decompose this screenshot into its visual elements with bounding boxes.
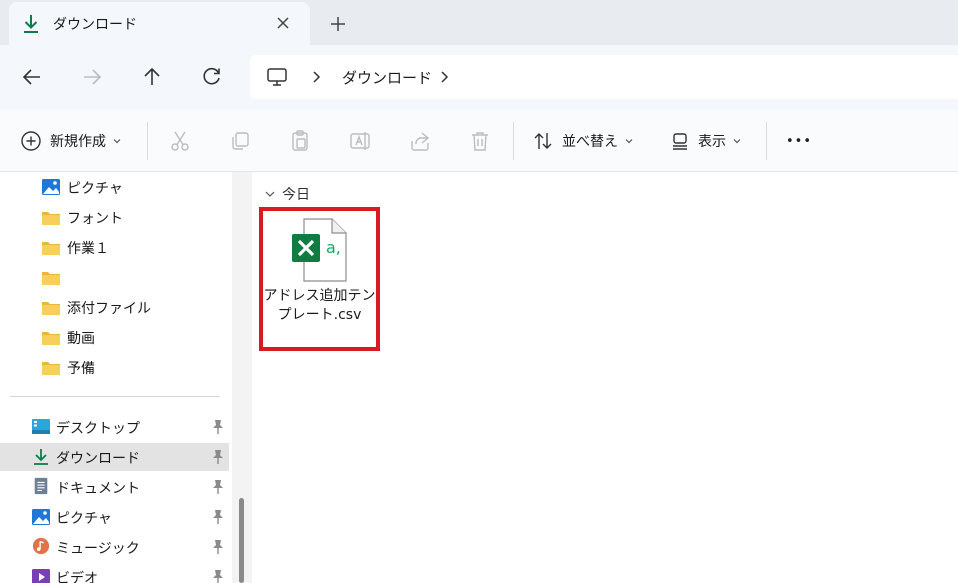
chevron-down-icon — [733, 139, 741, 144]
toolbar-divider — [766, 122, 767, 160]
documents-icon — [34, 477, 48, 495]
group-header-today[interactable]: 今日 — [264, 184, 310, 204]
tab-title: ダウンロード — [53, 17, 137, 33]
paste-icon[interactable] — [288, 129, 312, 153]
pin-icon[interactable] — [211, 419, 225, 435]
videos-icon — [32, 569, 50, 583]
folder-icon — [42, 242, 60, 255]
sidebar-item-label: ドキュメント — [56, 481, 140, 497]
excel-csv-icon: a, — [292, 218, 347, 282]
sidebar-item-downloads[interactable]: ダウンロード — [0, 443, 229, 471]
cut-icon[interactable] — [168, 129, 192, 153]
this-pc-icon[interactable] — [266, 67, 288, 87]
pin-icon[interactable] — [211, 509, 225, 525]
pin-icon[interactable] — [211, 569, 225, 583]
back-arrow-icon[interactable] — [20, 65, 44, 89]
sidebar-item-documents[interactable]: ドキュメント — [0, 473, 229, 501]
sidebar-item-label: ミュージック — [56, 541, 140, 557]
download-icon — [34, 449, 48, 465]
share-icon[interactable] — [408, 129, 432, 153]
new-button[interactable]: 新規作成 — [20, 110, 122, 172]
sidebar-item-movies[interactable]: 動画 — [0, 323, 229, 351]
tab-strip: ダウンロード — [0, 0, 958, 45]
folder-icon — [42, 272, 60, 285]
group-label: 今日 — [282, 187, 310, 203]
copy-icon[interactable] — [228, 129, 252, 153]
file-item-csv[interactable]: a, アドレス追加テンプレート.csv — [259, 207, 380, 351]
folder-icon — [42, 212, 60, 225]
tab-downloads[interactable]: ダウンロード — [9, 2, 310, 45]
chevron-down-icon — [625, 139, 633, 144]
new-tab-icon[interactable] — [328, 14, 348, 34]
sidebar-item-label: ビデオ — [56, 571, 98, 583]
chevron-down-icon — [113, 139, 121, 144]
sidebar-item-work1[interactable]: 作業１ — [0, 233, 229, 261]
sort-button-label: 並べ替え — [562, 134, 618, 150]
plus-circle-icon — [21, 131, 41, 151]
sidebar-item-label: 動画 — [67, 331, 95, 347]
sidebar-item-videos[interactable]: ビデオ — [0, 563, 229, 583]
chevron-right-icon[interactable] — [438, 70, 450, 84]
sidebar-item-label: 作業１ — [67, 241, 109, 257]
up-arrow-icon[interactable] — [140, 65, 164, 89]
file-name: アドレス追加テンプレート.csv — [263, 288, 376, 323]
close-icon[interactable] — [274, 14, 292, 32]
sidebar-item-label: フォント — [67, 211, 123, 227]
toolbar-divider — [147, 122, 148, 160]
folder-icon — [42, 302, 60, 315]
chevron-down-icon — [265, 191, 275, 197]
delete-icon[interactable] — [468, 129, 492, 153]
sort-button[interactable]: 並べ替え — [532, 110, 634, 172]
more-icon: ••• — [786, 133, 813, 149]
chevron-right-icon[interactable] — [310, 70, 322, 84]
sort-icon — [534, 133, 552, 149]
sidebar-item-label: 予備 — [67, 361, 95, 377]
pin-icon[interactable] — [211, 539, 225, 555]
sidebar-item-label: デスクトップ — [56, 421, 140, 437]
view-icon — [673, 133, 687, 150]
sidebar-divider — [10, 396, 220, 397]
sidebar-item-spare[interactable]: 予備 — [0, 353, 229, 381]
sidebar-item-music[interactable]: ミュージック — [0, 533, 229, 561]
sidebar-item-label: ピクチャ — [67, 181, 123, 197]
desktop-icon — [32, 419, 50, 434]
breadcrumb-downloads[interactable]: ダウンロード — [342, 67, 432, 88]
rename-icon[interactable] — [348, 129, 372, 153]
sidebar-item-unnamed-folder[interactable] — [0, 263, 229, 291]
navigation-pane: ピクチャ フォント 作業１ 添付ファイル 動画 予備 デスクトップ ダウンロード… — [0, 172, 232, 583]
pin-icon[interactable] — [211, 479, 225, 495]
sidebar-item-label: ダウンロード — [56, 451, 140, 467]
sidebar-item-pictures-folder[interactable]: ピクチャ — [0, 173, 229, 201]
sidebar-item-label: 添付ファイル — [67, 301, 151, 317]
download-icon — [24, 15, 38, 33]
folder-icon — [42, 332, 60, 345]
sidebar-item-label: ピクチャ — [56, 511, 112, 527]
more-options-button[interactable]: ••• — [786, 110, 812, 172]
sidebar-item-pictures[interactable]: ピクチャ — [0, 503, 229, 531]
view-button-label: 表示 — [698, 134, 726, 150]
pictures-icon — [32, 509, 50, 525]
new-button-label: 新規作成 — [50, 134, 106, 150]
view-button[interactable]: 表示 — [670, 110, 742, 172]
sidebar-scrollbar-thumb[interactable] — [239, 498, 244, 583]
command-bar: 新規作成 並べ替え 表示 ••• — [0, 110, 958, 172]
sidebar-item-desktop[interactable]: デスクトップ — [0, 413, 229, 441]
address-bar[interactable]: ダウンロード — [250, 55, 958, 99]
svg-text:a,: a, — [326, 238, 341, 257]
navigation-bar: ダウンロード — [0, 45, 958, 110]
toolbar-divider — [513, 122, 514, 160]
music-icon — [32, 537, 50, 555]
pin-icon[interactable] — [211, 449, 225, 465]
refresh-icon[interactable] — [200, 65, 224, 89]
file-list: 今日 a, アドレス追加テンプレート.csv — [252, 172, 958, 583]
sidebar-item-fonts[interactable]: フォント — [0, 203, 229, 231]
folder-icon — [42, 362, 60, 375]
sidebar-item-attachments[interactable]: 添付ファイル — [0, 293, 229, 321]
pictures-icon — [42, 179, 60, 195]
forward-arrow-icon[interactable] — [80, 65, 104, 89]
